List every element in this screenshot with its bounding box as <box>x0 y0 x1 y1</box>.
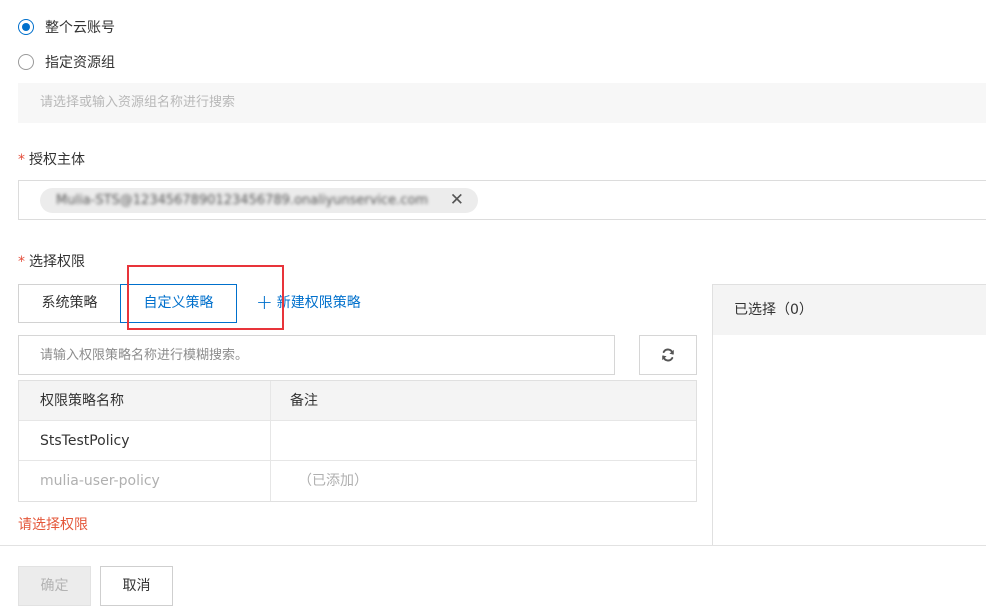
tab-custom-policy[interactable]: 自定义策略 <box>120 284 237 323</box>
selected-header: 已选择（0） <box>713 285 986 335</box>
principal-label-text: 授权主体 <box>29 152 85 168</box>
radio-resource-group[interactable]: 指定资源组 <box>18 52 115 72</box>
principal-tag: Mulia-STS@1234567890123456789.onaliyunse… <box>40 188 478 213</box>
selected-panel: 已选择（0） <box>712 284 986 546</box>
table-header-row: 权限策略名称 备注 <box>19 381 696 421</box>
radio-label-resource-group: 指定资源组 <box>45 55 115 71</box>
required-mark: * <box>18 152 25 168</box>
close-icon[interactable]: ✕ <box>450 188 464 213</box>
refresh-icon <box>662 348 674 362</box>
policy-name: StsTestPolicy <box>40 433 130 449</box>
policy-note: （已添加） <box>298 473 368 489</box>
radio-label-whole-account: 整个云账号 <box>45 20 115 36</box>
policy-table: 权限策略名称 备注 StsTestPolicy mulia-user-polic… <box>18 380 697 502</box>
required-mark: * <box>18 254 25 270</box>
permission-error-message: 请选择权限 <box>18 517 88 533</box>
new-policy-label: 新建权限策略 <box>276 295 361 311</box>
principal-input[interactable]: Mulia-STS@1234567890123456789.onaliyunse… <box>18 180 986 220</box>
table-row: mulia-user-policy （已添加） <box>19 461 696 501</box>
footer-divider <box>0 545 986 546</box>
cancel-button[interactable]: 取消 <box>100 566 173 606</box>
confirm-button[interactable]: 确定 <box>18 566 91 606</box>
policy-name: mulia-user-policy <box>40 473 160 489</box>
policy-search-input[interactable] <box>18 335 615 375</box>
refresh-button[interactable] <box>639 335 697 375</box>
principal-tag-text: Mulia-STS@1234567890123456789.onaliyunse… <box>56 193 429 208</box>
tab-system-policy[interactable]: 系统策略 <box>18 284 121 323</box>
plus-icon: + <box>256 290 273 314</box>
radio-button-checked[interactable] <box>18 19 34 35</box>
radio-whole-account[interactable]: 整个云账号 <box>18 17 115 37</box>
table-header-note: 备注 <box>290 393 318 409</box>
resource-group-select[interactable]: 请选择或输入资源组名称进行搜索 <box>18 83 986 123</box>
permissions-label: * 选择权限 <box>18 251 85 271</box>
principal-label: * 授权主体 <box>18 149 85 169</box>
column-divider <box>270 381 271 501</box>
table-row[interactable]: StsTestPolicy <box>19 421 696 461</box>
radio-button-unchecked[interactable] <box>18 54 34 70</box>
table-header-name: 权限策略名称 <box>40 393 124 409</box>
new-policy-link[interactable]: + 新建权限策略 <box>256 292 361 312</box>
resource-group-placeholder: 请选择或输入资源组名称进行搜索 <box>40 95 236 110</box>
permissions-label-text: 选择权限 <box>29 254 85 270</box>
